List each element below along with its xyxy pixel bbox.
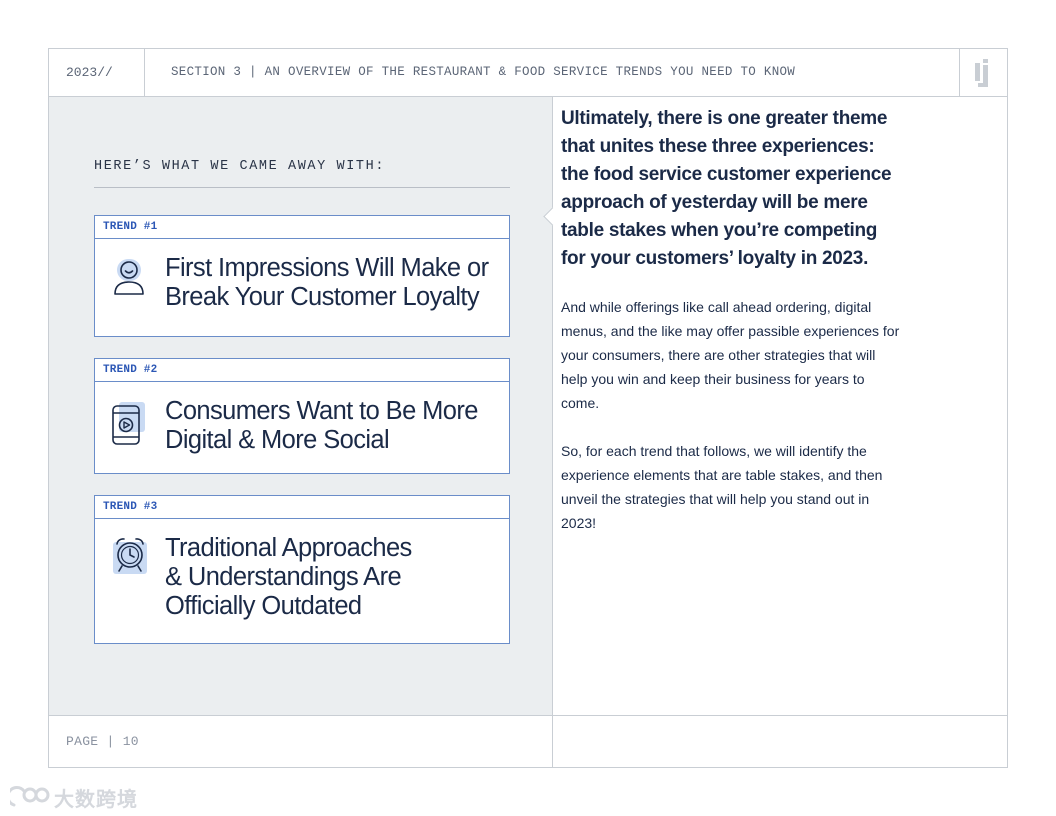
panel-pointer: [543, 207, 562, 226]
intro-heading: HERE’S WHAT WE CAME AWAY WITH:: [94, 159, 386, 174]
watermark-text: 大数跨境: [54, 786, 138, 811]
trends-panel: HERE’S WHAT WE CAME AWAY WITH: TREND #1 …: [49, 97, 562, 715]
phone-video-icon: [111, 402, 151, 451]
logo-box: [959, 49, 1007, 96]
trend-title-line: & Understandings Are: [165, 563, 402, 591]
page-number: PAGE | 10: [66, 734, 139, 749]
trend-title-line: Traditional Approaches: [165, 534, 412, 562]
page-header: 2023// SECTION 3 | AN OVERVIEW OF THE RE…: [49, 49, 1007, 97]
year-label: 2023//: [49, 49, 145, 96]
trend-title: First Impressions Will Make or Break You…: [165, 254, 489, 312]
person-smile-icon: [111, 258, 151, 303]
trend-title-line: Consumers Want to Be More: [165, 397, 478, 425]
trend-tag: TREND #2: [95, 359, 509, 382]
footer-blank: [553, 715, 1007, 767]
summary-column: Ultimately, there is one greater theme t…: [561, 105, 901, 535]
brand-logo-icon: [975, 59, 988, 87]
trend-card-3: TREND #3 Traditional Approaches & Unders…: [94, 495, 510, 644]
body-paragraph-1: And while offerings like call ahead orde…: [561, 299, 900, 411]
trend-card-1: TREND #1 First Impressions Will Make or …: [94, 215, 510, 337]
trend-card-2: TREND #2 Consumers Want to Be More Digit…: [94, 358, 510, 474]
trend-title-line: Officially Outdated: [165, 592, 362, 620]
page-footer: PAGE | 10: [49, 715, 553, 767]
section-title: SECTION 3 | AN OVERVIEW OF THE RESTAURAN…: [171, 65, 796, 79]
intro-divider: [94, 187, 510, 188]
alarm-clock-icon: [111, 536, 151, 581]
lead-statement: Ultimately, there is one greater theme t…: [561, 108, 892, 269]
trend-title-line: Digital & More Social: [165, 426, 390, 454]
trend-title: Traditional Approaches & Understandings …: [165, 534, 412, 621]
trend-title-line: First Impressions Will Make or: [165, 254, 489, 282]
watermark: 大数跨境: [10, 784, 138, 811]
body-paragraph-2: So, for each trend that follows, we will…: [561, 443, 883, 531]
trend-tag: TREND #3: [95, 496, 509, 519]
trend-title: Consumers Want to Be More Digital & More…: [165, 397, 478, 455]
trend-tag: TREND #1: [95, 216, 509, 239]
watermark-logo-icon: [10, 786, 50, 807]
trend-title-line: Break Your Customer Loyalty: [165, 283, 480, 311]
